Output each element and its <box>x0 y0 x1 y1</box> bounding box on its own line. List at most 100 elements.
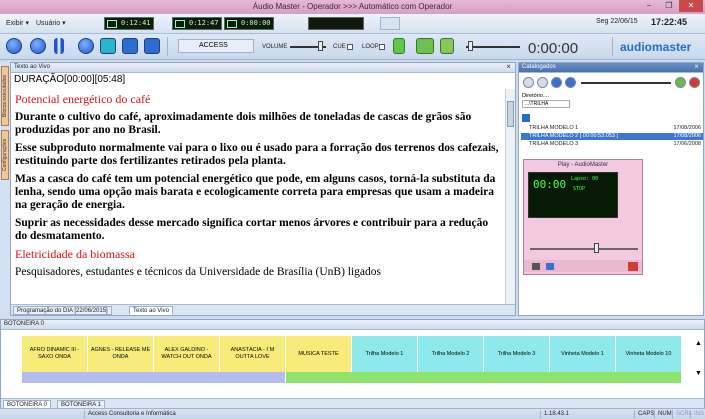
toolbar-separator <box>612 37 613 56</box>
clock-display: 17:22:45 <box>651 17 688 27</box>
text-scrollbar[interactable] <box>505 89 515 305</box>
botoneira-button[interactable]: AGNES - RELEASE ME ONDA <box>88 336 154 372</box>
reload-icon[interactable] <box>675 77 686 88</box>
stop-button[interactable] <box>30 38 46 54</box>
cue-checkbox[interactable] <box>347 44 353 50</box>
botoneira-button[interactable]: Vinheta Modelo 1 <box>550 336 616 372</box>
lock-icon[interactable] <box>380 17 400 30</box>
loop-checkbox[interactable] <box>379 44 385 50</box>
refresh-icon[interactable] <box>416 38 434 54</box>
botoneira-button[interactable]: Trilha Modelo 1 <box>352 336 418 372</box>
text-panel-tabs: Programação do DIA [22/06/2015] Texto ao… <box>11 304 515 315</box>
panel-header: Catalogados ⨯ <box>519 63 703 73</box>
delete-icon[interactable] <box>689 77 700 88</box>
botoneira-bar <box>286 372 682 383</box>
stop-icon[interactable] <box>537 77 548 88</box>
article-text: Potencial energético do café Durante o c… <box>15 93 503 306</box>
botoneira-button[interactable]: ALEX GALDINO - WATCH OUT ONDA <box>154 336 220 372</box>
usuario-menu[interactable]: Usuário ▾ <box>36 19 66 27</box>
botoneira-button[interactable]: Trilha Modelo 3 <box>484 336 550 372</box>
volume-label: VOLUME <box>262 44 288 50</box>
botoneira-bar <box>22 372 286 383</box>
playback-toolbar: ACCESS VOLUME CUE LOOP 0:00:00 audiomast… <box>0 34 705 60</box>
article-paragraph: Mas a casca do café tem um potencial ene… <box>15 173 496 211</box>
directory-label: Diretório.... <box>522 93 549 99</box>
player-display: Lapso: 00 00:00 STOP <box>528 172 618 218</box>
list-item[interactable]: TRILHA MODELO 1 17/08/2006 <box>521 125 703 132</box>
directory-field[interactable]: ...\TRILHA <box>522 100 570 108</box>
scroll-thumb[interactable] <box>507 101 514 127</box>
stop-icon[interactable] <box>532 263 540 270</box>
botoneira-button[interactable]: AFRO DINAMIC III - SAXO ONDA <box>22 336 88 372</box>
botoneira-button[interactable]: MUSICA TESTE <box>286 336 352 372</box>
shuffle-icon[interactable] <box>440 38 454 54</box>
play-icon[interactable] <box>523 77 534 88</box>
menu-toolbar: Exibir ▾ Usuário ▾ 0:12:41 0:12:47 0:00:… <box>0 14 705 34</box>
audiomaster-logo: audiomaster <box>620 40 692 54</box>
article-paragraph: Esse subproduto normalmente vai para o l… <box>15 142 499 167</box>
ins-indicator: INS <box>690 410 705 419</box>
player-controls <box>524 260 642 272</box>
play-icon[interactable] <box>546 263 554 270</box>
access-dropdown[interactable]: ACCESS <box>178 39 254 53</box>
catalog-panel: Catalogados ⨯ Diretório.... ...\TRILHA T… <box>518 62 704 316</box>
volume-knob[interactable] <box>318 41 323 51</box>
power-icon[interactable] <box>628 262 638 271</box>
panel-title: BOTONEIRA 0 <box>4 321 44 327</box>
refresh-icon[interactable] <box>565 77 576 88</box>
cue-label: CUE <box>333 44 346 50</box>
elapsed-timer: 0:12:41 <box>104 17 154 30</box>
close-panel-icon[interactable]: ⨯ <box>506 63 511 70</box>
botoneira-button[interactable]: Vinheta Modelo 10 <box>616 336 682 372</box>
article-paragraph: Durante o cultivo do café, aproximadamen… <box>15 111 472 136</box>
undo-icon[interactable] <box>122 38 138 54</box>
green-pause-icon[interactable] <box>393 38 405 54</box>
exibir-menu[interactable]: Exibir ▾ <box>6 19 29 27</box>
maximize-button[interactable]: ❐ <box>659 0 679 12</box>
status-bar: Access Consultoria e Informática 1.18.43… <box>0 408 705 419</box>
loop-label: LOOP <box>362 44 379 50</box>
botoneira-button[interactable]: ANASTÁCIA - I`M OUTTA LOVE <box>220 336 286 372</box>
toolbar-separator <box>167 37 168 56</box>
company-label: Access Consultoria e Informática <box>84 410 264 419</box>
next-button[interactable] <box>78 38 94 54</box>
version-label: 1.18.43.1 <box>540 410 614 419</box>
player-time: 00:00 <box>533 178 567 191</box>
folder-icon[interactable] <box>522 114 530 122</box>
player-window: Play - AudioMaster Lapso: 00 00:00 STOP <box>523 159 643 275</box>
tab-configuracoes[interactable]: Configurações <box>1 130 9 180</box>
panel-header: Texto ao Vivo ⨯ <box>11 63 515 73</box>
article-heading: Potencial energético do café <box>15 93 151 106</box>
player-knob[interactable] <box>594 243 599 253</box>
pause-icon[interactable] <box>54 38 64 54</box>
window-title: Áudio Master - Operador >>> Automático c… <box>252 2 453 11</box>
minimize-button[interactable]: − <box>639 0 659 12</box>
botoneira-tabs: BOTONEIRA 0 BOTONEIRA 1 <box>1 398 704 409</box>
tab-programacao[interactable]: Programação do DIA [22/06/2015] <box>13 306 112 315</box>
tab-blocos-executados[interactable]: Blocos executados <box>1 66 9 126</box>
time-display: 0:00:00 <box>528 40 579 57</box>
panel-title: Catalogados <box>522 64 556 70</box>
position-slider[interactable] <box>466 46 520 48</box>
pause-icon[interactable] <box>551 77 562 88</box>
botoneira-button[interactable]: Trilha Modelo 2 <box>418 336 484 372</box>
player-title: Play - AudioMaster <box>557 162 609 168</box>
list-item[interactable]: TRILHA MODELO 2 [ 00:00:53:053 ] 17/08/20… <box>521 133 703 140</box>
panel-header: BOTONEIRA 0 <box>1 320 704 330</box>
scroll-up-icon[interactable]: ▲ <box>695 340 703 348</box>
tab-texto-ao-vivo[interactable]: Texto ao Vivo <box>129 306 173 315</box>
list-item[interactable]: TRILHA MODELO 3 17/06/2008 <box>521 141 703 148</box>
redo-icon[interactable] <box>144 38 160 54</box>
player-mode: STOP <box>573 186 586 192</box>
date-display: Seg 22/06/15 <box>596 18 638 25</box>
title-bar: Áudio Master - Operador >>> Automático c… <box>0 0 705 14</box>
repeat-icon[interactable] <box>100 38 116 54</box>
timer-icon <box>107 20 117 28</box>
catalog-position-slider[interactable] <box>581 82 671 84</box>
player-slider[interactable] <box>530 248 638 250</box>
play-button[interactable] <box>6 38 22 54</box>
close-button[interactable]: ✕ <box>679 0 703 12</box>
position-knob[interactable] <box>468 41 473 51</box>
scroll-down-icon[interactable]: ▼ <box>695 370 703 378</box>
close-panel-icon[interactable]: ⨯ <box>694 63 699 70</box>
